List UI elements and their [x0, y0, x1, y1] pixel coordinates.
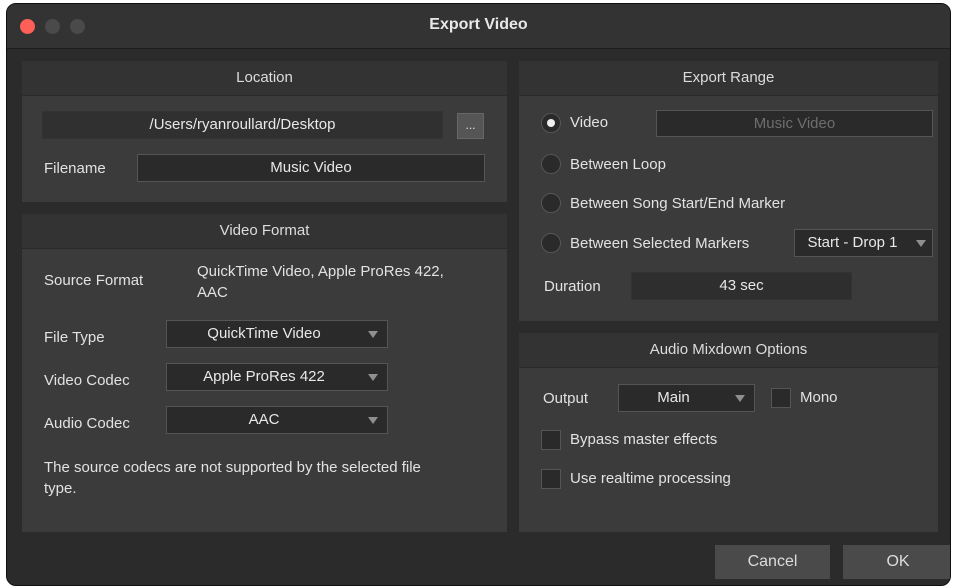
chevron-down-icon	[916, 240, 926, 247]
export-range-panel: Export Range Video Music Video Between L…	[519, 61, 938, 321]
export-range-header: Export Range	[519, 61, 938, 96]
chevron-down-icon	[368, 331, 378, 338]
radio-song-markers[interactable]	[541, 193, 561, 213]
chevron-down-icon	[735, 395, 745, 402]
filename-input[interactable]: Music Video	[137, 154, 485, 182]
duration-value: 43 sec	[631, 272, 852, 300]
radio-selected-markers-label: Between Selected Markers	[570, 235, 750, 252]
file-type-value: QuickTime Video	[207, 325, 321, 342]
radio-video[interactable]	[541, 113, 561, 133]
video-format-panel: Video Format Source Format QuickTime Vid…	[22, 214, 507, 532]
video-codec-value: Apple ProRes 422	[203, 368, 325, 385]
location-header: Location	[22, 61, 507, 96]
video-format-header: Video Format	[22, 214, 507, 249]
audio-mixdown-panel: Audio Mixdown Options Output Main Mono B…	[519, 333, 938, 532]
ok-button[interactable]: OK	[843, 545, 950, 579]
radio-between-loop[interactable]	[541, 154, 561, 174]
codec-warning: The source codecs are not supported by t…	[44, 459, 421, 476]
file-type-label: File Type	[44, 329, 105, 346]
video-name-field: Music Video	[656, 110, 933, 137]
audio-mixdown-header: Audio Mixdown Options	[519, 333, 938, 368]
audio-codec-label: Audio Codec	[44, 415, 130, 432]
duration-label: Duration	[544, 278, 601, 295]
codec-warning-cont: type.	[44, 480, 77, 497]
output-dropdown[interactable]: Main	[618, 384, 755, 412]
radio-between-loop-label: Between Loop	[570, 156, 666, 173]
video-codec-label: Video Codec	[44, 372, 130, 389]
realtime-processing-label: Use realtime processing	[570, 470, 731, 487]
radio-video-label: Video	[570, 114, 609, 131]
mono-label: Mono	[800, 389, 838, 406]
audio-codec-dropdown[interactable]: AAC	[166, 406, 388, 434]
mono-checkbox[interactable]	[771, 388, 791, 408]
markers-dropdown[interactable]: Start - Drop 1	[794, 229, 933, 257]
chevron-down-icon	[368, 374, 378, 381]
path-field[interactable]: /Users/ryanroullard/Desktop	[42, 111, 443, 139]
radio-selected-markers[interactable]	[541, 233, 561, 253]
chevron-down-icon	[368, 417, 378, 424]
source-format-value-cont: AAC	[197, 284, 228, 301]
source-format-value: QuickTime Video, Apple ProRes 422,	[197, 263, 444, 280]
filename-label: Filename	[44, 160, 106, 177]
file-type-dropdown[interactable]: QuickTime Video	[166, 320, 388, 348]
output-label: Output	[543, 390, 589, 407]
audio-codec-value: AAC	[248, 411, 280, 428]
bypass-master-effects-label: Bypass master effects	[570, 431, 718, 448]
title-bar: Export Video	[7, 4, 950, 49]
markers-value: Start - Drop 1	[807, 234, 898, 251]
output-value: Main	[657, 389, 690, 406]
bypass-master-effects-checkbox[interactable]	[541, 430, 561, 450]
browse-button[interactable]: ...	[457, 113, 484, 139]
radio-song-markers-label: Between Song Start/End Marker	[570, 195, 786, 212]
cancel-button[interactable]: Cancel	[715, 545, 830, 579]
realtime-processing-checkbox[interactable]	[541, 469, 561, 489]
video-codec-dropdown[interactable]: Apple ProRes 422	[166, 363, 388, 391]
location-panel: Location /Users/ryanroullard/Desktop ...…	[22, 61, 507, 202]
window-title: Export Video	[429, 16, 528, 33]
source-format-label: Source Format	[44, 272, 144, 289]
export-video-dialog: Export Video Location /Users/ryanroullar…	[6, 3, 951, 586]
